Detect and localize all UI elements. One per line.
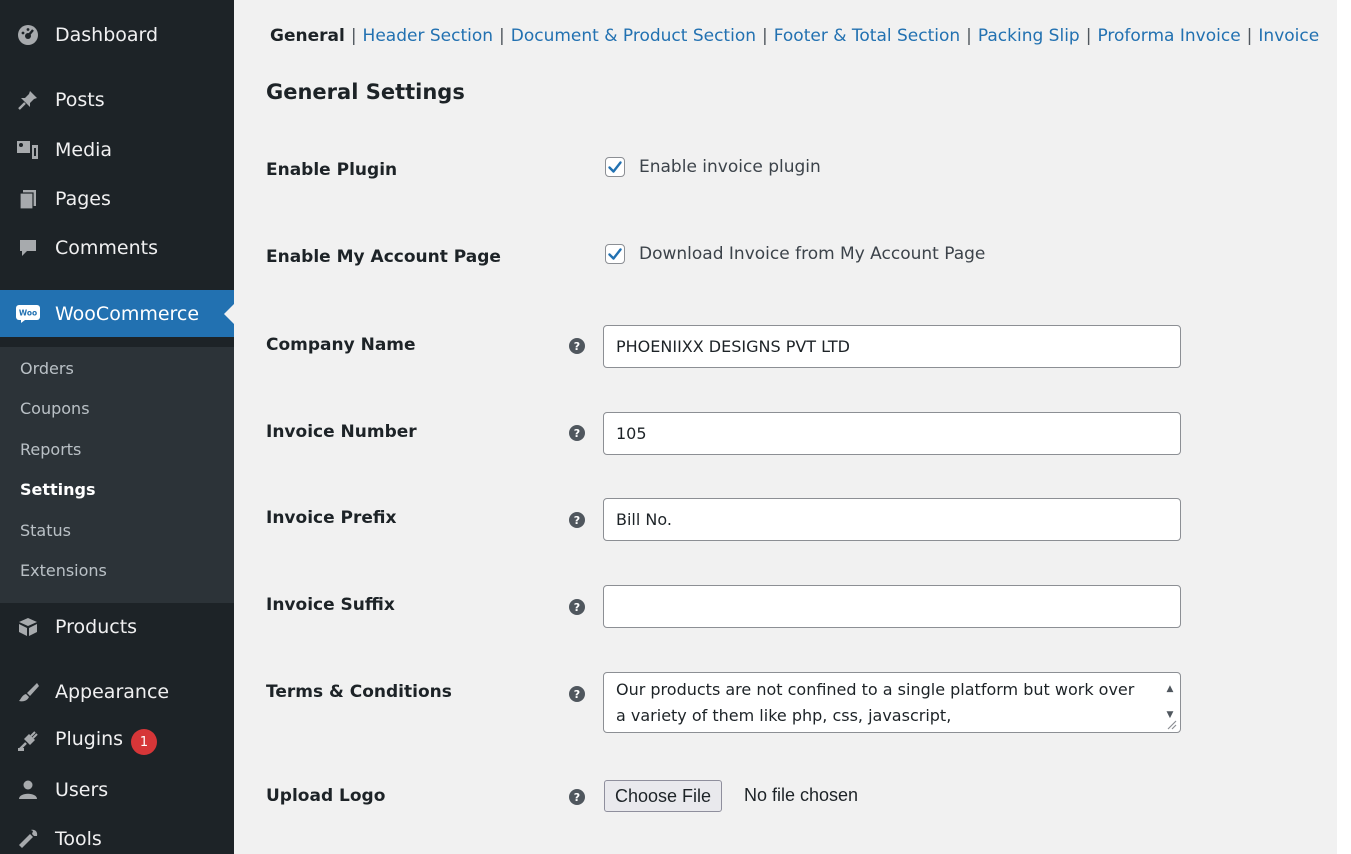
file-status-text: No file chosen bbox=[744, 785, 859, 805]
menu-label: Pages bbox=[55, 188, 111, 210]
company-name-label: Company Name bbox=[266, 335, 416, 355]
admin-sidebar: Dashboard Posts Media Pages Comments Woo… bbox=[0, 0, 234, 854]
invoice-prefix-input[interactable]: Bill No. bbox=[603, 498, 1181, 541]
tab-separator: | bbox=[350, 26, 357, 46]
company-name-input[interactable]: PHOENIIXX DESIGNS PVT LTD bbox=[603, 325, 1181, 368]
menu-label: Appearance bbox=[55, 681, 170, 703]
user-icon bbox=[16, 778, 40, 802]
box-icon bbox=[16, 615, 40, 639]
tab-separator: | bbox=[966, 26, 972, 46]
enable-plugin-checkbox[interactable] bbox=[605, 157, 625, 177]
tab-document-product-section[interactable]: Document & Product Section bbox=[511, 26, 756, 46]
menu-label: Posts bbox=[55, 89, 105, 111]
enable-account-checkbox-label: Download Invoice from My Account Page bbox=[639, 244, 986, 264]
page-edge bbox=[1337, 0, 1351, 854]
menu-item-media[interactable]: Media bbox=[0, 130, 234, 170]
help-icon[interactable]: ? bbox=[569, 512, 585, 528]
submenu-orders[interactable]: Orders bbox=[20, 359, 74, 378]
media-icon bbox=[16, 138, 40, 162]
submenu-reports[interactable]: Reports bbox=[20, 440, 81, 459]
help-icon[interactable]: ? bbox=[569, 599, 585, 615]
resize-grip-icon[interactable] bbox=[1165, 718, 1177, 730]
submenu-status[interactable]: Status bbox=[20, 521, 71, 540]
settings-tabs: General | Header Section | Document & Produc… bbox=[270, 26, 1319, 46]
menu-label: Users bbox=[55, 779, 109, 801]
menu-label: Media bbox=[55, 139, 113, 161]
tab-separator: | bbox=[762, 26, 768, 46]
tab-header-section[interactable]: Header Section bbox=[363, 26, 493, 46]
menu-item-woocommerce[interactable]: Woo WooCommerce bbox=[0, 290, 234, 337]
menu-item-posts[interactable]: Posts bbox=[0, 80, 234, 120]
menu-item-users[interactable]: Users bbox=[0, 770, 234, 810]
menu-label: Tools bbox=[55, 828, 102, 850]
menu-item-plugins[interactable]: Plugins 1 bbox=[0, 721, 234, 761]
tab-packing-slip[interactable]: Packing Slip bbox=[978, 26, 1080, 46]
section-title: General Settings bbox=[266, 80, 465, 104]
menu-label: Comments bbox=[55, 237, 158, 259]
menu-item-pages[interactable]: Pages bbox=[0, 179, 234, 219]
tab-separator: | bbox=[1085, 26, 1092, 46]
menu-item-dashboard[interactable]: Dashboard bbox=[0, 15, 234, 55]
pages-icon bbox=[16, 187, 40, 211]
menu-label: Dashboard bbox=[55, 24, 159, 46]
invoice-number-input[interactable]: 105 bbox=[603, 412, 1181, 455]
submenu-coupons[interactable]: Coupons bbox=[20, 399, 90, 418]
brush-icon bbox=[16, 680, 40, 704]
terms-text: Our products are not confined to a singl… bbox=[616, 680, 1135, 725]
enable-plugin-label: Enable Plugin bbox=[266, 160, 398, 180]
tab-footer-total-section[interactable]: Footer & Total Section bbox=[774, 26, 960, 46]
tab-separator: | bbox=[1246, 26, 1253, 46]
enable-account-option[interactable]: Download Invoice from My Account Page bbox=[605, 244, 985, 264]
tab-separator: | bbox=[499, 26, 505, 46]
menu-label: Plugins 1 bbox=[55, 728, 158, 756]
help-icon[interactable]: ? bbox=[569, 425, 585, 441]
menu-item-comments[interactable]: Comments bbox=[0, 228, 234, 268]
invoice-suffix-input[interactable] bbox=[603, 585, 1181, 628]
tab-proforma-invoice[interactable]: Proforma Invoice bbox=[1097, 26, 1240, 46]
active-indicator bbox=[224, 303, 234, 324]
menu-label: WooCommerce bbox=[55, 302, 200, 325]
invoice-suffix-label: Invoice Suffix bbox=[266, 595, 395, 615]
enable-account-checkbox[interactable] bbox=[605, 244, 625, 264]
menu-item-tools[interactable]: Tools bbox=[0, 819, 234, 854]
svg-text:Woo: Woo bbox=[19, 308, 37, 317]
help-icon[interactable]: ? bbox=[569, 338, 585, 354]
plugin-update-badge: 1 bbox=[131, 729, 158, 756]
terms-textarea[interactable]: Our products are not confined to a singl… bbox=[603, 672, 1181, 733]
woo-icon: Woo bbox=[16, 302, 40, 326]
menu-label: Products bbox=[55, 616, 138, 638]
tab-invoice[interactable]: Invoice bbox=[1258, 26, 1319, 46]
upload-logo-label: Upload Logo bbox=[266, 786, 386, 806]
scroll-up-icon[interactable]: ▲ bbox=[1167, 676, 1174, 702]
terms-label: Terms & Conditions bbox=[266, 682, 452, 702]
menu-item-products[interactable]: Products bbox=[0, 607, 234, 647]
enable-account-label: Enable My Account Page bbox=[266, 247, 501, 267]
enable-plugin-checkbox-label: Enable invoice plugin bbox=[639, 157, 821, 177]
dashboard-icon bbox=[16, 23, 40, 47]
invoice-prefix-label: Invoice Prefix bbox=[266, 508, 397, 528]
pin-icon bbox=[16, 88, 40, 112]
enable-plugin-option[interactable]: Enable invoice plugin bbox=[605, 157, 821, 177]
comment-icon bbox=[16, 236, 40, 260]
help-icon[interactable]: ? bbox=[569, 686, 585, 702]
main-content: General | Header Section | Document & Produc… bbox=[234, 0, 1337, 854]
woocommerce-submenu: Orders Coupons Reports Settings Status E… bbox=[0, 347, 234, 603]
wrench-icon bbox=[16, 827, 40, 851]
menu-item-appearance[interactable]: Appearance bbox=[0, 672, 234, 712]
plug-icon bbox=[16, 729, 40, 753]
checkmark-icon bbox=[608, 161, 622, 173]
submenu-settings[interactable]: Settings bbox=[20, 480, 96, 499]
checkmark-icon bbox=[608, 248, 622, 260]
submenu-extensions[interactable]: Extensions bbox=[20, 561, 107, 580]
help-icon[interactable]: ? bbox=[569, 789, 585, 805]
choose-file-button[interactable]: Choose File bbox=[604, 780, 723, 812]
tab-general[interactable]: General bbox=[270, 26, 345, 46]
textarea-scrollbar[interactable]: ▲ ▼ bbox=[1163, 676, 1177, 720]
invoice-number-label: Invoice Number bbox=[266, 422, 417, 442]
